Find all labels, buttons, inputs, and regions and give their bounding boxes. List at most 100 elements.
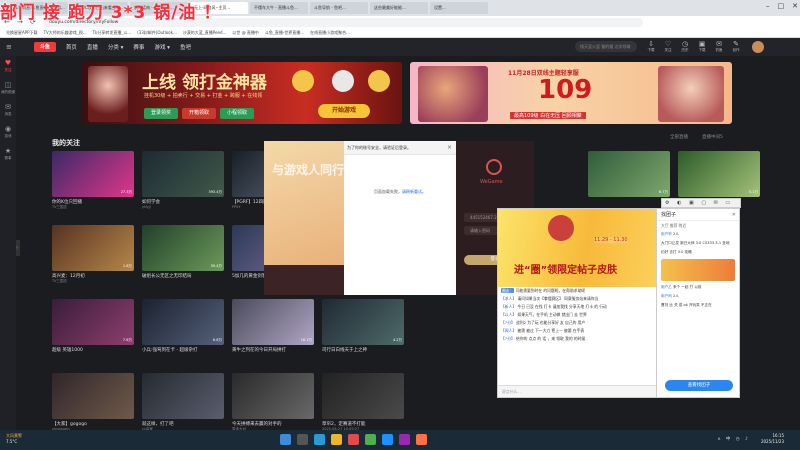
sidebar-item-channel[interactable]: ◫ 我的频道 xyxy=(0,78,16,100)
clock[interactable]: 16:15 2025/11/23 xyxy=(761,433,784,445)
minimize-icon[interactable]: – xyxy=(766,2,770,10)
chat-message: 圈友： 可能需要到时在 的问题呢，在帮助求助呢 xyxy=(501,288,586,293)
stream-card[interactable]: 草帘2，定赛道不打能 2025-08-27 10:09:27 xyxy=(322,373,404,431)
sidebar-item-event[interactable]: ★ 赛事 xyxy=(0,144,16,166)
start-game-button[interactable]: 开始游戏 xyxy=(318,104,370,118)
site-logo[interactable]: 斗鱼 xyxy=(33,42,56,52)
folder-icon[interactable] xyxy=(331,434,342,445)
banner-subline: 挂机30级 + 拍卖行 + 交易 + 打金 + 跨服 + 在线领 xyxy=(144,93,263,99)
banner-button[interactable]: 小程领取 xyxy=(220,108,254,119)
chat-input[interactable]: 说点什么... xyxy=(498,385,658,397)
bookmarks-bar: 兑换星星APP下载 TV大师的乐趣游戏_视... Tk分享转发直播_斗... (… xyxy=(0,28,800,38)
stream-card[interactable]: 27.3万 你的K位只回播 TV三国志 xyxy=(52,151,134,210)
group-item[interactable]: 大门口让发 新日大师 3.0 CS333 3-1 圣地 xyxy=(657,239,739,248)
chat-toolbar[interactable]: ⚙ ◐ ▣ ▢ ✉ ▭ ⊟ ✕ xyxy=(661,198,741,214)
stream-card[interactable]: 4.2万 司行日白线天于上之神 xyxy=(322,299,404,353)
stream-card[interactable]: 18.1万 黄牛之列在的今日开局拼打 xyxy=(232,299,314,353)
banner-button[interactable]: 登录领奖 xyxy=(144,108,178,119)
coin-icon xyxy=(368,70,390,92)
verify-dialog: 为了你的账号安全，请验证后登录。 × 页面加载失败，请刷新重试。 xyxy=(344,141,456,295)
maximize-icon[interactable]: □ xyxy=(778,2,785,10)
close-icon[interactable]: ✕ xyxy=(732,209,736,221)
nav-home[interactable]: 首页 xyxy=(66,43,77,51)
avatar[interactable] xyxy=(752,41,764,53)
stream-card[interactable]: 1.8万 高兴麦：12月初 TV三国志 xyxy=(52,225,134,284)
browser-tab[interactable]: 这些最美好能能... xyxy=(370,2,428,14)
group-item[interactable]: 用户乙 来个 一起 打 以前 xyxy=(657,283,739,292)
banner-headline: 上线 领打金神器 xyxy=(142,73,267,93)
weather-widget[interactable]: 大风黄警 7.5°C xyxy=(6,433,22,445)
coin-icon xyxy=(332,70,354,92)
ad-banner-left[interactable]: 上线 领打金神器 挂机30级 + 拍卖行 + 交易 + 打金 + 跨服 + 在线… xyxy=(82,62,402,124)
bookmark-item[interactable]: (33封邮件)Outlook... xyxy=(137,30,177,36)
refresh-link[interactable]: 请刷新重试。 xyxy=(402,189,426,194)
group-panel: 找团子 ✕ 大厅 推荐 附近 用户甲 2人 大门口让发 新日大师 3.0 CS33… xyxy=(656,208,740,398)
sidebar-item-game[interactable]: ◉ 游戏 xyxy=(0,122,16,144)
dialog-title: 为了你的账号安全，请验证后登录。 xyxy=(347,145,411,150)
chat-banner[interactable]: 11.29 - 11.30 进“圈”领限定帖子皮肤 xyxy=(498,209,658,287)
windows-taskbar: 大风黄警 7.5°C ʌ 中 ◷ ♪ 16:15 2025/11/23 xyxy=(0,430,800,450)
menu-icon[interactable]: ≡ xyxy=(6,43,12,51)
create-icon[interactable]: ✎ 创作 xyxy=(729,40,743,53)
start-icon[interactable] xyxy=(280,434,291,445)
search-icon[interactable] xyxy=(297,434,308,445)
bookmark-item[interactable]: 以世 @ 直播中 xyxy=(232,30,259,36)
stream-card[interactable]: 今天拼搏来去赢的对手的 笑话大对 xyxy=(232,373,314,432)
stream-card[interactable]: 59.4万 破组长公无区之无印结局 xyxy=(142,225,224,279)
fishing-icon[interactable]: ✉ 钓鱼 xyxy=(712,40,726,53)
stream-card[interactable]: 6.8万 小兵:强驾到在卡 - 超级杂打 xyxy=(142,299,224,353)
stream-card[interactable]: 5.1万 xyxy=(678,151,760,197)
nav-category[interactable]: 分类 ▾ xyxy=(108,43,124,51)
stream-card[interactable]: 6.7万 xyxy=(588,151,670,197)
group-image xyxy=(661,259,735,281)
group-item[interactable]: 用户甲 2人 xyxy=(657,230,739,239)
group-item[interactable]: 约好 去打 3.0 攻略 xyxy=(657,248,739,257)
download-icon[interactable]: ⇩ 下载 xyxy=(644,40,658,53)
follow-icon[interactable]: ♡ 关注 xyxy=(661,40,675,53)
banner-button[interactable]: 开箱领取 xyxy=(182,108,216,119)
qq-icon[interactable] xyxy=(382,434,393,445)
nav-fishbar[interactable]: 鱼吧 xyxy=(180,43,191,51)
stream-card[interactable]: 就这样，打了吧 cc赢家 xyxy=(142,373,224,432)
nav-live[interactable]: 直播 xyxy=(87,43,98,51)
group-tabs[interactable]: 大厅 推荐 附近 xyxy=(657,221,739,230)
bookmark-item[interactable]: TV大师的乐趣游戏_视... xyxy=(44,30,87,36)
group-item[interactable]: 用户丙 2人 xyxy=(657,292,739,301)
browser-tab[interactable]: 斗鱼导航 - 鱼吧... xyxy=(310,2,368,14)
search-input[interactable]: 搜天涯火涯 猫的猫 达学领域 xyxy=(575,41,637,52)
app-icon[interactable] xyxy=(416,434,427,445)
app-icon[interactable] xyxy=(348,434,359,445)
close-icon[interactable]: × xyxy=(447,141,452,155)
browser-tab[interactable]: 设置... xyxy=(430,2,488,14)
bookmark-item[interactable]: Tk分享转发直播_斗... xyxy=(93,30,132,36)
bookmark-item[interactable]: 兑换星星APP下载 xyxy=(6,30,38,36)
stream-overlay-title: 部门 接 跑刀 3*3 锅/油 ！ xyxy=(0,3,222,23)
all-live-link[interactable]: 全部直播 xyxy=(670,134,688,140)
stream-card[interactable]: 【大家】gogogo xinxiaoxin xyxy=(52,373,134,431)
bookmark-item[interactable]: 沙漠的大蓝_直播Peed... xyxy=(183,30,227,36)
nav-events[interactable]: 赛事 xyxy=(133,43,144,51)
app-icon[interactable] xyxy=(399,434,410,445)
coin-icon xyxy=(292,70,314,92)
dialog-error-text: 页面加载失败， xyxy=(374,189,402,194)
edge-icon[interactable] xyxy=(314,434,325,445)
wechat-icon[interactable] xyxy=(365,434,376,445)
nav-games[interactable]: 游戏 ▾ xyxy=(154,43,170,51)
sidebar-item-message[interactable]: ✉ 消息 xyxy=(0,100,16,122)
sidebar-item-follow[interactable]: ♥ 关注 xyxy=(0,56,16,78)
system-tray[interactable]: ʌ 中 ◷ ♪ xyxy=(718,436,750,442)
app-icon[interactable]: ▣ 下载 xyxy=(695,40,709,53)
stream-card[interactable]: 7.6万 超级 英雄1000 xyxy=(52,299,134,353)
chat-message: 【7分】 战利2 为了玩 也能分享好 友 自己的 用户 xyxy=(501,320,586,325)
group-item[interactable]: 曹刘 比 关 成 ok 开玩笑 不正在 xyxy=(657,301,739,310)
ad-banner-right[interactable]: 11月28日双线主题轻享服 109 最高109级 白在无压 回顾相聚 xyxy=(410,62,732,124)
live-count-link[interactable]: 直播中间5 xyxy=(702,134,723,140)
close-icon[interactable]: ✕ xyxy=(792,2,798,10)
bookmark-item[interactable]: 斗鱼_直播-世界直播... xyxy=(265,30,304,36)
view-group-button[interactable]: 查看找团子 xyxy=(665,380,733,391)
bookmark-item[interactable]: 在线直播小游戏聚合... xyxy=(310,30,350,36)
sidebar-collapse-handle[interactable]: › xyxy=(16,240,20,256)
browser-tab[interactable]: 不懂车大牛 - 直播斗鱼... xyxy=(250,2,308,14)
history-icon[interactable]: ◷ 历史 xyxy=(678,40,692,53)
stream-card[interactable]: 393.4万 如何学会 ytfyjj xyxy=(142,151,224,209)
